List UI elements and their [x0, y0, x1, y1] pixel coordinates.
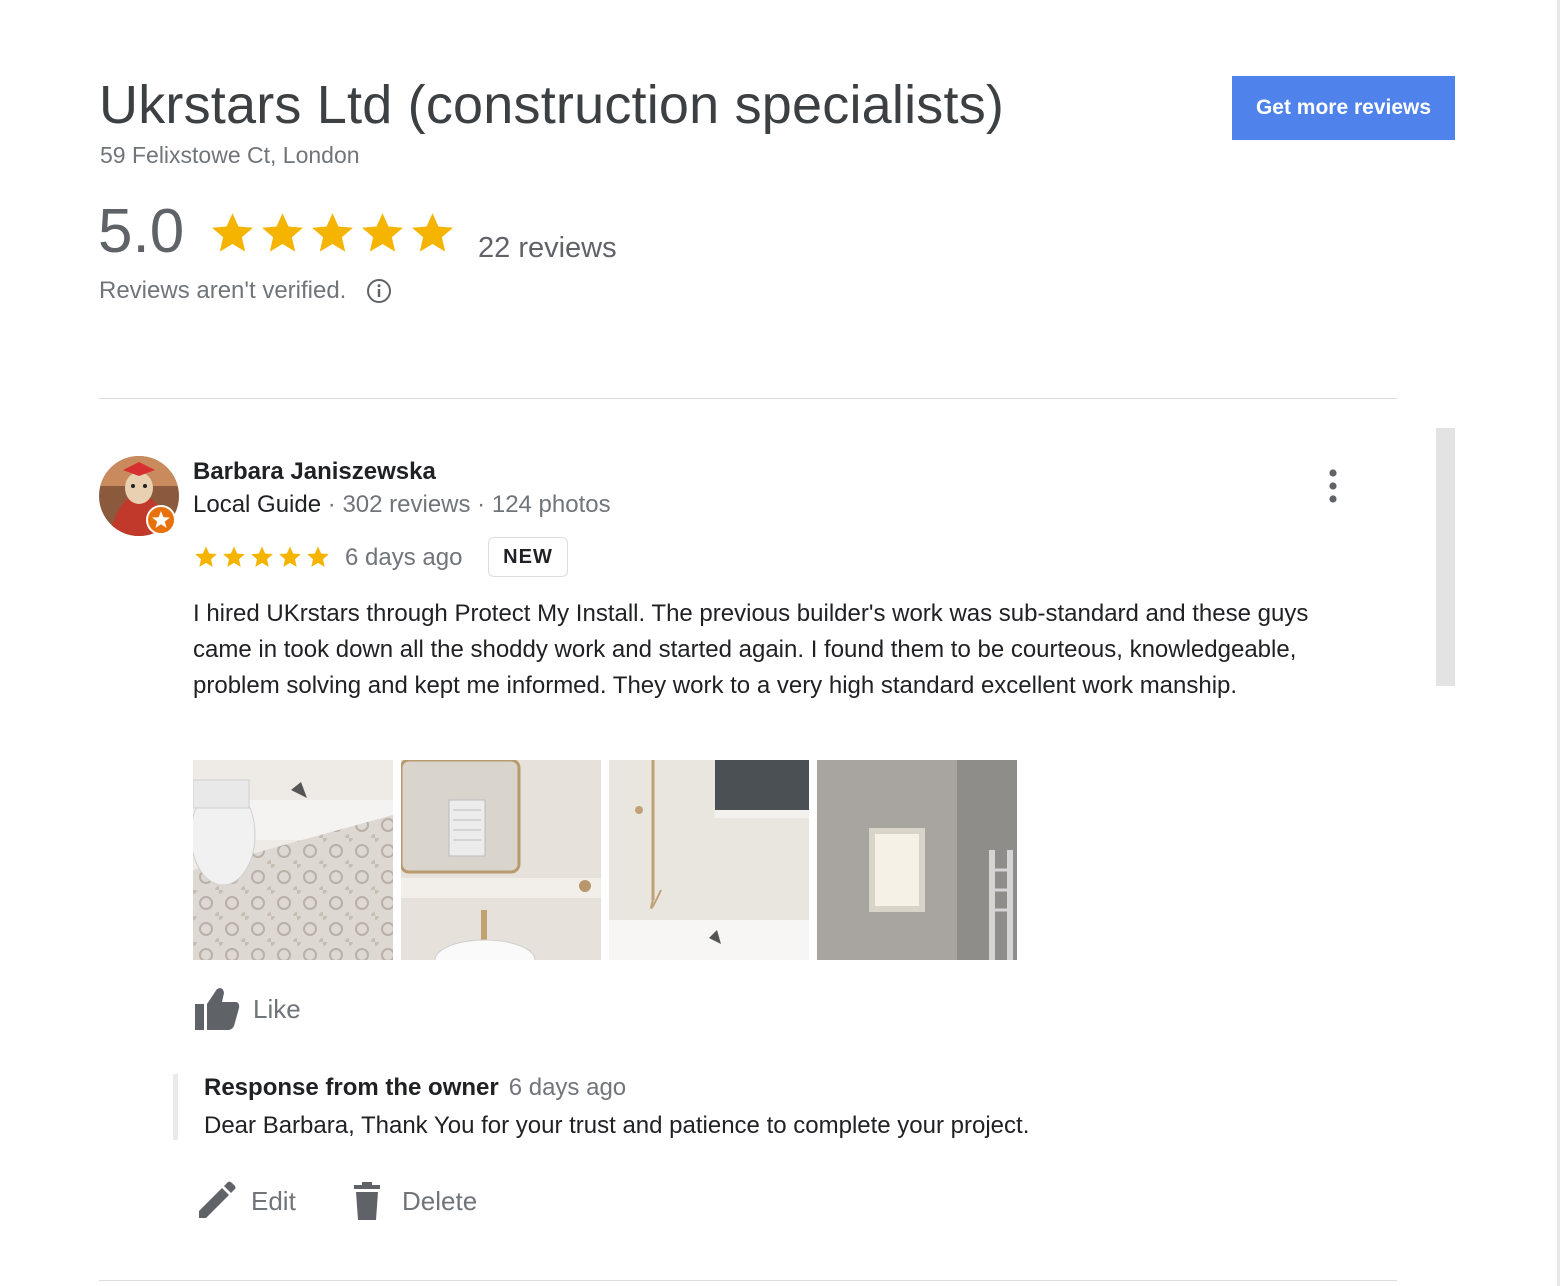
response-text: Dear Barbara, Thank You for your trust a…	[204, 1112, 1030, 1139]
scrollbar[interactable]	[1436, 428, 1455, 686]
business-name: Ukrstars Ltd (construction specialists)	[99, 75, 1005, 135]
response-title: Response from the owner	[204, 1074, 499, 1101]
star-icon	[279, 546, 301, 567]
star-icon	[212, 213, 253, 252]
business-address: 59 Felixstowe Ct, London	[100, 142, 360, 168]
edit-pencil-icon	[199, 1181, 236, 1218]
edit-label: Edit	[251, 1185, 296, 1216]
delete-trash-icon	[354, 1182, 380, 1220]
review-stars	[193, 543, 331, 571]
star-icon	[307, 546, 329, 567]
new-badge: NEW	[488, 537, 568, 577]
local-guide-label: Local Guide	[193, 491, 322, 518]
review-photo[interactable]	[401, 760, 601, 960]
average-rating: 5.0	[98, 197, 185, 266]
owner-response: Response from the owner 6 days ago Dear B…	[173, 1074, 1204, 1140]
response-date: 6 days ago	[508, 1074, 627, 1101]
get-more-reviews-button[interactable]: Get more reviews	[1232, 76, 1455, 140]
star-icon	[223, 546, 245, 567]
meta-separator: ·	[327, 491, 343, 518]
delete-button[interactable]: Delete	[346, 1180, 477, 1222]
response-header: Response from the owner 6 days ago	[204, 1074, 1204, 1102]
star-icon	[251, 546, 273, 567]
verification-note: Reviews aren't verified.	[99, 277, 392, 305]
section-divider	[99, 1280, 1397, 1281]
local-guide-badge-icon	[146, 505, 176, 535]
thumb-up-icon	[195, 988, 240, 1030]
star-icon	[195, 546, 217, 567]
verification-note-text: Reviews aren't verified.	[99, 277, 347, 304]
star-icon	[312, 213, 353, 252]
reviewer-photo-count: 124 photos	[491, 491, 611, 518]
delete-label: Delete	[402, 1185, 478, 1216]
info-icon[interactable]	[366, 278, 392, 304]
total-review-count[interactable]: 22 reviews	[478, 232, 617, 265]
review-photo[interactable]	[193, 760, 393, 960]
section-divider	[99, 398, 1397, 399]
review-photo[interactable]	[609, 760, 809, 960]
star-icon	[262, 213, 303, 252]
star-icon	[362, 213, 403, 252]
average-rating-stars	[208, 204, 457, 262]
meta-separator: ·	[477, 491, 492, 518]
like-button[interactable]: Like	[193, 986, 301, 1032]
reviewer-meta: Local Guide · 302 reviews · 124 photos	[193, 491, 611, 519]
review-text: I hired UKrstars through Protect My Inst…	[193, 600, 1309, 699]
review-photo[interactable]	[817, 760, 1017, 960]
reviewer-name[interactable]: Barbara Janiszewska	[193, 458, 436, 486]
more-vert-icon[interactable]	[1320, 466, 1346, 506]
star-icon	[412, 213, 453, 252]
edit-button[interactable]: Edit	[195, 1180, 296, 1222]
review-date: 6 days ago	[345, 544, 463, 571]
like-label: Like	[253, 993, 301, 1024]
reviewer-review-count: 302 reviews	[342, 491, 471, 518]
